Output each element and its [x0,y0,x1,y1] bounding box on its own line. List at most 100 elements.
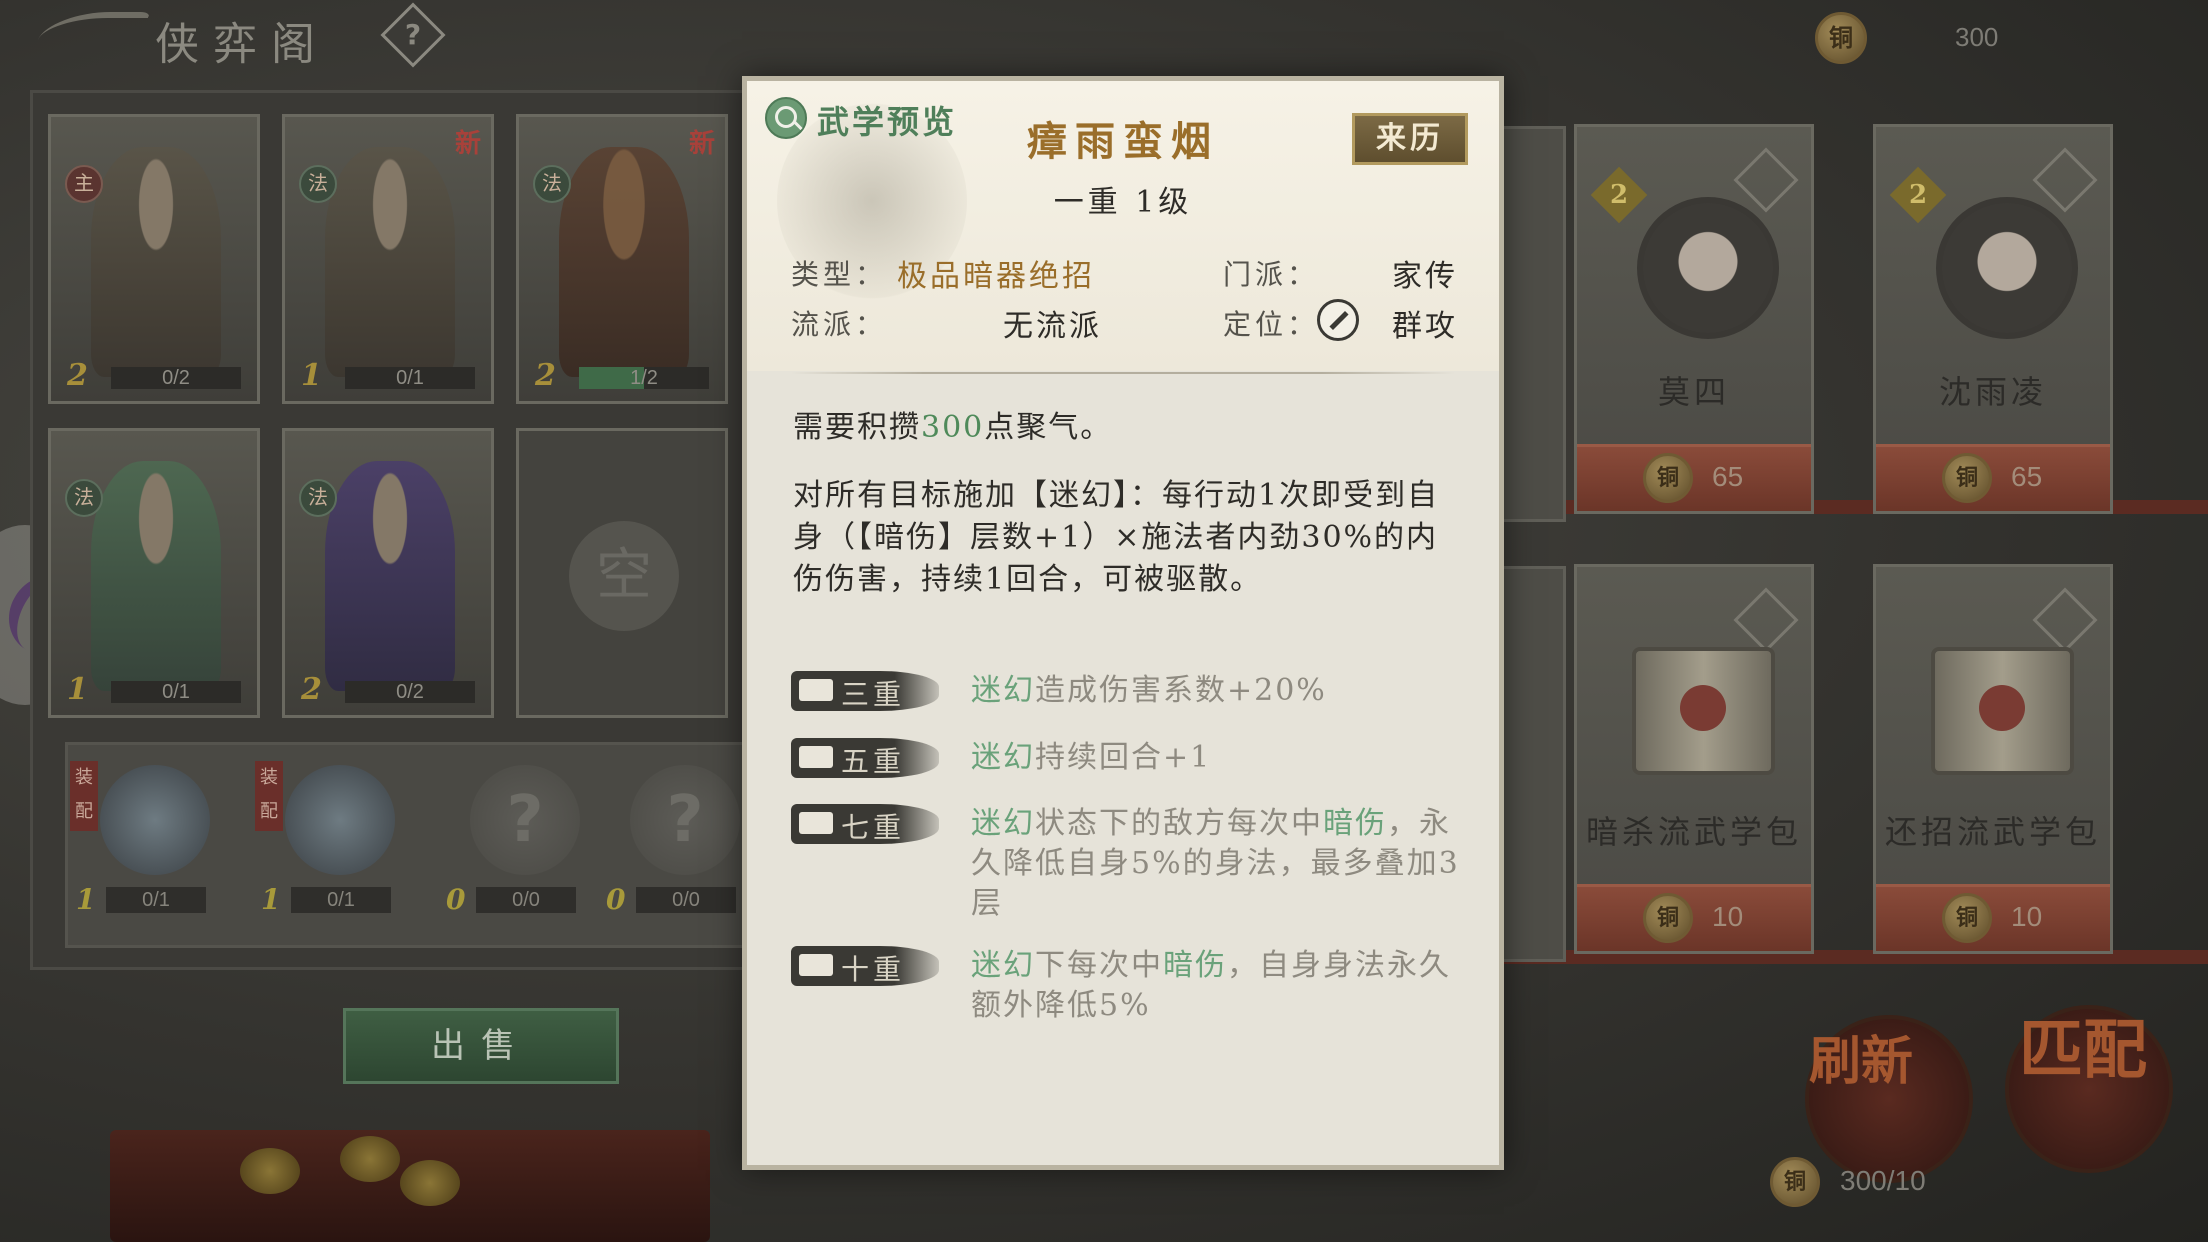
shop-pack-card[interactable]: 暗杀流武学包 铜 10 [1574,564,1814,954]
role-value: 群攻 [1392,309,1458,344]
hero-figure [325,147,455,377]
tier-description: 迷幻状态下的敌方每次中暗伤，永久降低自身5%的身法，最多叠加3层 [971,806,1460,921]
skill-preview-modal: 武学预览 瘴雨蛮烟 来历 一重 1级 类型： 极品暗器绝招 门派： 家传 流派：… [742,76,1504,1170]
equip-count: 0/1 [106,887,206,913]
equip-tag: 装配 [70,761,98,831]
tier-row: 三重 迷幻造成伤害系数+20% [791,671,1471,715]
price-value: 65 [2011,461,2043,492]
equipment-slot[interactable]: 装配 1 0/1 [70,755,220,925]
school-value: 无流派 [1003,309,1102,344]
price-tag: 铜 10 [1876,884,2110,951]
refresh-cost: 铜 300/10 [1770,1155,2030,1211]
scroll-icon [1931,647,2074,775]
help-icon[interactable]: ? [380,2,446,68]
page-title: 侠弈阁 [155,19,329,70]
shop-hero-card[interactable]: 2 沈雨凌 铜 65 [1873,124,2113,514]
lock-icon[interactable] [2032,147,2098,213]
price-tag: 铜 10 [1577,884,1811,951]
equip-count: 0/0 [636,887,736,913]
table-decoration [110,1130,710,1242]
coin-decoration [400,1160,460,1206]
lock-icon[interactable] [1733,587,1799,653]
scroll-icon [1632,647,1775,775]
hero-figure [559,147,689,377]
hero-portrait [1637,197,1779,339]
equipment-slot[interactable]: 装配 1 0/1 [255,755,405,925]
skill-level: 一重 1级 [1053,185,1193,220]
role-label: 定位： [1223,308,1320,341]
hero-figure [91,147,221,377]
price-tag: 铜 65 [1577,444,1811,511]
star-count: 2 [1590,166,1648,224]
divider [791,372,1455,374]
hero-portrait [1936,197,2078,339]
refresh-cost-value: 300/10 [1840,1165,1926,1196]
tier-description: 迷幻下每次中暗伤，自身身法永久额外降低5% [971,948,1451,1023]
tier-badge: 七重 [791,804,939,844]
scroll-icon [799,746,833,768]
sect-label: 门派： [1223,258,1320,291]
star-count: 2 [1889,166,1947,224]
top-bar: 侠弈阁 ? 铜 300 [0,0,2208,70]
hero-level: 1 [301,358,322,393]
shop-card-partial[interactable] [1500,566,1566,962]
shop-hero-card[interactable]: 2 莫四 铜 65 [1574,124,1814,514]
currency-display: 铜 300 [1815,8,2055,64]
back-brush-icon[interactable] [29,12,151,58]
coin-icon: 铜 [1643,453,1693,503]
empty-seal-icon: 空 [569,521,679,631]
hero-level: 2 [535,358,556,393]
scroll-icon [799,679,833,701]
price-tag: 铜 65 [1876,444,2110,511]
price-value: 10 [2011,901,2043,932]
role-badge: 法 [533,165,571,203]
shop-pack-card[interactable]: 还招流武学包 铜 10 [1873,564,2113,954]
equipment-slot-unknown[interactable]: ? 0 0/0 [600,755,740,925]
equip-count: 0/0 [476,887,576,913]
coin-icon: 铜 [1643,893,1693,943]
tier-description: 迷幻持续回合+1 [971,740,1212,775]
lock-icon[interactable] [1733,147,1799,213]
tier-badge: 三重 [791,671,939,711]
coin-decoration [340,1136,400,1182]
match-label: 匹配 [2019,1013,2147,1088]
tier-row: 五重 迷幻持续回合+1 [791,738,1471,782]
hero-card[interactable]: 新 法 1 0/1 [282,114,494,404]
shop-item-name: 沈雨凌 [1938,373,2047,411]
role-badge: 法 [65,479,103,517]
coin-icon: 铜 [1770,1157,1820,1207]
sell-button[interactable]: 出售 [343,1008,619,1084]
lock-icon[interactable] [2032,587,2098,653]
price-value: 10 [1712,901,1744,932]
shop-card-partial[interactable] [1500,126,1566,522]
equip-count: 0/1 [291,887,391,913]
equip-level: 0 [446,883,466,916]
coin-icon: 铜 [1942,893,1992,943]
coin-icon: 铜 [1815,12,1867,64]
hero-card[interactable]: 主 2 0/2 [48,114,260,404]
origin-button[interactable]: 来历 [1352,113,1468,165]
new-badge: 新 [454,129,481,159]
price-value: 65 [1712,461,1744,492]
type-value: 极品暗器绝招 [897,259,1095,294]
shop-item-name: 还招流武学包 [1884,813,2101,851]
coin-decoration [240,1148,300,1194]
role-badge: 法 [299,165,337,203]
role-badge: 主 [65,165,103,203]
hero-level: 2 [67,358,88,393]
sect-value: 家传 [1392,259,1458,294]
question-icon: ? [630,765,740,875]
equip-level: 1 [261,883,281,916]
hero-progress: 1/2 [579,367,709,389]
equip-level: 1 [76,883,96,916]
shop-item-name: 暗杀流武学包 [1585,813,1802,851]
role-badge: 法 [299,479,337,517]
scroll-icon [799,812,833,834]
hero-card[interactable]: 新 法 2 1/2 [516,114,728,404]
new-badge: 新 [688,129,715,159]
hero-progress: 0/1 [345,367,475,389]
scroll-icon [799,954,833,976]
equip-tag: 装配 [255,761,283,831]
equipment-slot-unknown[interactable]: ? 0 0/0 [440,755,590,925]
match-button[interactable]: 匹配 [2005,1005,2173,1173]
